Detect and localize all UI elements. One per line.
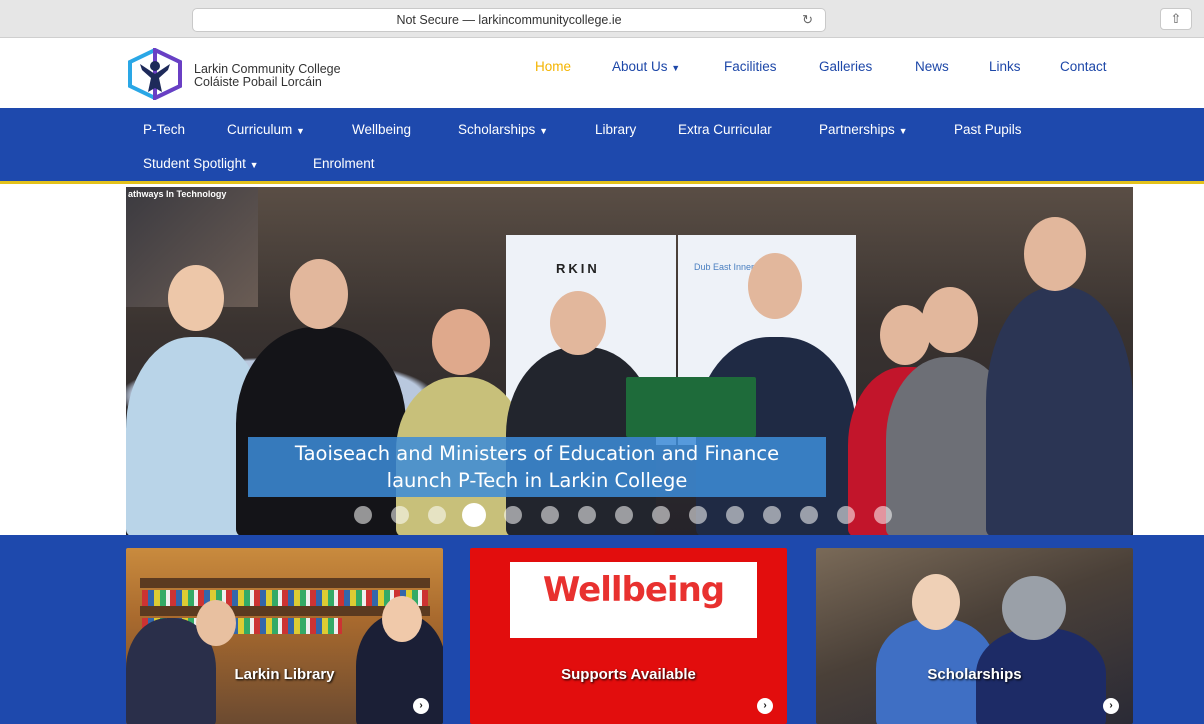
wellbeing-sign-text: Wellbeing <box>542 570 725 610</box>
card-scholarships[interactable]: Scholarships › <box>816 548 1133 724</box>
card-supports-available[interactable]: Wellbeing Supports Available › <box>470 548 787 724</box>
slider-dot[interactable] <box>615 506 633 524</box>
share-icon[interactable]: ⇧ <box>1160 8 1192 30</box>
chevron-right-icon[interactable]: › <box>1103 698 1119 714</box>
subnav-partnerships[interactable]: Partnerships ▼ <box>819 122 907 137</box>
brand-name-irish[interactable]: Coláiste Pobail Lorcáin <box>194 75 322 89</box>
secondary-nav: P-Tech Curriculum ▼ Wellbeing Scholarshi… <box>0 108 1204 184</box>
chevron-down-icon: ▼ <box>898 126 908 136</box>
student-head <box>382 596 422 642</box>
subnav-wellbeing[interactable]: Wellbeing <box>352 122 411 137</box>
slider-dot-active[interactable] <box>462 503 486 527</box>
subnav-extra-curricular[interactable]: Extra Curricular <box>678 122 772 137</box>
slider-dot[interactable] <box>800 506 818 524</box>
card-larkin-library[interactable]: Larkin Library › <box>126 548 443 724</box>
nav-news[interactable]: News <box>915 59 949 74</box>
performer-head <box>1002 576 1066 640</box>
slider-dot[interactable] <box>391 506 409 524</box>
slider-dot[interactable] <box>428 506 446 524</box>
card-label: Larkin Library <box>234 666 335 683</box>
person-figure <box>986 287 1133 535</box>
person-head <box>168 265 224 331</box>
person-head <box>922 287 978 353</box>
person-head <box>1024 217 1086 291</box>
brand-name-english[interactable]: Larkin Community College <box>194 62 341 76</box>
subnav-curriculum[interactable]: Curriculum ▼ <box>227 122 305 137</box>
site-header: Larkin Community College Coláiste Pobail… <box>0 38 1204 108</box>
slider-dot[interactable] <box>874 506 892 524</box>
hero-banner-tag: athways In Technology <box>128 189 227 199</box>
slider-dot[interactable] <box>541 506 559 524</box>
slide-caption-line-1: Taoiseach and Ministers of Education and… <box>294 442 780 465</box>
slide-caption: Taoiseach and Ministers of Education and… <box>248 437 826 497</box>
nav-contact[interactable]: Contact <box>1060 59 1107 74</box>
nav-about-us[interactable]: About Us ▼ <box>612 59 680 74</box>
subnav-past-pupils[interactable]: Past Pupils <box>954 122 1022 137</box>
person-head <box>550 291 606 355</box>
rollup-banner-text: RKIN <box>556 261 600 276</box>
chevron-down-icon: ▼ <box>296 126 305 136</box>
chevron-down-icon: ▼ <box>671 63 681 73</box>
performer-head <box>912 574 960 630</box>
browser-toolbar: Not Secure — larkincommunitycollege.ie ↻… <box>0 0 1204 38</box>
subnav-scholarships[interactable]: Scholarships ▼ <box>458 122 548 137</box>
address-bar[interactable]: Not Secure — larkincommunitycollege.ie ↻ <box>192 8 826 32</box>
slider-dot[interactable] <box>504 506 522 524</box>
student-head <box>196 600 236 646</box>
wellbeing-sign-image: Wellbeing <box>510 562 757 638</box>
hero-slider[interactable]: athways In Technology RKIN Dub East Inne… <box>126 187 1133 535</box>
subnav-enrolment[interactable]: Enrolment <box>313 156 375 171</box>
subnav-library[interactable]: Library <box>595 122 636 137</box>
nav-links[interactable]: Links <box>989 59 1021 74</box>
subnav-p-tech[interactable]: P-Tech <box>143 122 185 137</box>
signed-document <box>626 377 756 437</box>
slide-caption-line-2: launch P-Tech in Larkin College <box>386 469 688 492</box>
slider-dot[interactable] <box>689 506 707 524</box>
college-logo[interactable] <box>126 46 184 102</box>
person-head <box>432 309 490 375</box>
chevron-right-icon[interactable]: › <box>757 698 773 714</box>
slider-dot[interactable] <box>354 506 372 524</box>
nav-galleries[interactable]: Galleries <box>819 59 872 74</box>
bookshelf <box>140 578 430 588</box>
address-bar-text: Not Secure — larkincommunitycollege.ie <box>396 13 622 27</box>
chevron-right-icon[interactable]: › <box>413 698 429 714</box>
books <box>142 590 428 606</box>
person-figure <box>236 327 406 535</box>
slider-dot[interactable] <box>652 506 670 524</box>
chevron-down-icon: ▼ <box>249 160 259 170</box>
card-label: Supports Available <box>561 666 696 683</box>
slider-dot[interactable] <box>726 506 744 524</box>
slider-dot[interactable] <box>763 506 781 524</box>
reload-icon[interactable]: ↻ <box>802 9 813 31</box>
card-label: Scholarships <box>927 666 1022 683</box>
subnav-student-spotlight[interactable]: Student Spotlight ▼ <box>143 156 259 171</box>
slider-dot[interactable] <box>837 506 855 524</box>
person-head <box>748 253 802 319</box>
nav-facilities[interactable]: Facilities <box>724 59 777 74</box>
slider-dot[interactable] <box>578 506 596 524</box>
chevron-down-icon: ▼ <box>539 126 548 136</box>
person-head <box>290 259 348 329</box>
nav-home[interactable]: Home <box>535 59 571 74</box>
